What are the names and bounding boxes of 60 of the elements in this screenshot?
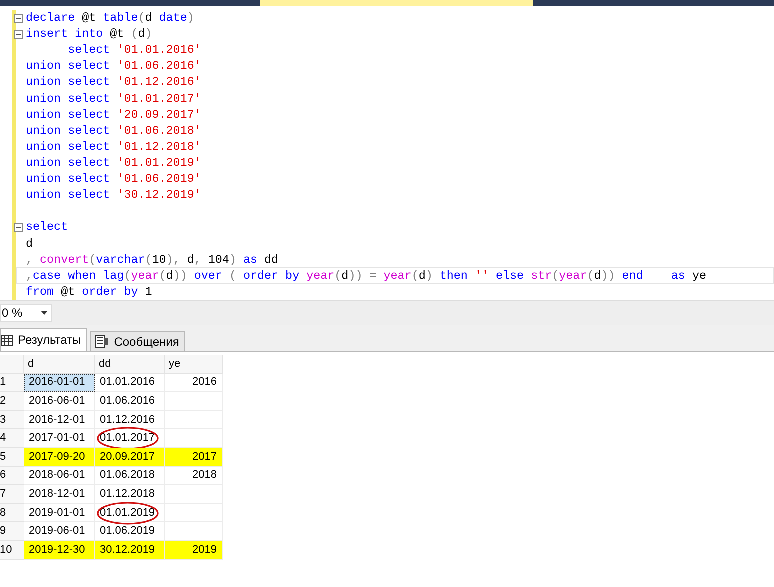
row-number: 8	[0, 504, 24, 522]
code-line: insert into @t (d)	[26, 27, 152, 42]
row-number: 7	[0, 485, 24, 504]
code-line: union select '01.06.2019'	[26, 172, 202, 186]
table-cell: 2016-12-01	[24, 410, 95, 430]
code-line: union select '01.01.2019'	[26, 156, 202, 170]
code-line: from @t order by 1	[26, 284, 152, 299]
table-cell: 20.09.2017	[95, 448, 165, 467]
collapse-icon[interactable]	[14, 30, 23, 39]
code-line: union select '01.06.2018'	[26, 124, 202, 138]
zoom-dropdown[interactable]: 0 %	[0, 304, 52, 322]
table-cell: 01.01.2016	[95, 374, 165, 392]
collapse-icon[interactable]	[14, 14, 23, 22]
code-line: union select '01.01.2017'	[26, 92, 202, 106]
code-line: union select '01.06.2016'	[26, 59, 202, 74]
table-cell: 2017-09-20	[24, 448, 95, 467]
code-line: union select '01.12.2016'	[26, 75, 202, 90]
table-cell: 2019-12-30	[24, 540, 95, 560]
table-cell: 2019-01-01	[24, 504, 95, 522]
column-header: d	[24, 355, 95, 374]
row-number: 1	[0, 374, 24, 392]
table-cell: 01.01.2019	[95, 504, 165, 522]
table-cell: 01.06.2018	[95, 466, 165, 486]
code-line: union select '30.12.2019'	[26, 188, 202, 202]
row-number: 4	[0, 429, 24, 448]
table-cell: 30.12.2019	[95, 540, 165, 560]
row-number: 2	[0, 392, 24, 411]
table-cell: 01.06.2016	[95, 392, 165, 411]
code-line: union select '01.12.2018'	[26, 140, 202, 154]
table-cell: 2016	[165, 374, 223, 392]
collapse-icon[interactable]	[14, 222, 23, 232]
code-line: ,case when lag(year(d)) over ( order by year(d)) = year(d) then '' else str(year(d)) end as ye	[26, 268, 706, 283]
results-tab[interactable]: Результаты	[0, 328, 88, 351]
row-number: 10	[0, 540, 24, 560]
circle-annotation	[97, 502, 159, 525]
table-cell: 2016-06-01	[24, 392, 95, 411]
table-cell: 2018-12-01	[24, 485, 95, 504]
code-line: select	[26, 220, 68, 234]
code-line: union select '20.09.2017'	[26, 108, 202, 122]
row-number: 6	[0, 466, 24, 486]
results-tab[interactable]: Сообщения	[90, 331, 186, 351]
code-line: d	[26, 236, 34, 251]
table-cell: 01.12.2018	[95, 485, 165, 504]
code-line: select '01.01.2016'	[67, 43, 202, 58]
column-header: dd	[95, 355, 165, 374]
messages-icon	[95, 335, 110, 348]
table-cell: 2016-01-01	[24, 374, 95, 392]
table-cell: 01.12.2016	[95, 410, 165, 430]
table-cell: 2019	[165, 540, 223, 560]
row-number: 9	[0, 522, 24, 541]
table-cell: 2018	[165, 466, 223, 486]
table-cell: 2018-06-01	[24, 466, 95, 486]
caret-icon	[41, 311, 48, 315]
column-header: ye	[165, 355, 223, 374]
code-line: , convert(varchar(10), d, 104) as dd	[26, 252, 279, 267]
table-cell: 2017	[165, 448, 223, 467]
code-line: declare @t table(d date)	[26, 11, 194, 26]
grid-icon	[1, 334, 13, 346]
row-number: 5	[0, 448, 24, 467]
row-number: 3	[0, 410, 24, 430]
